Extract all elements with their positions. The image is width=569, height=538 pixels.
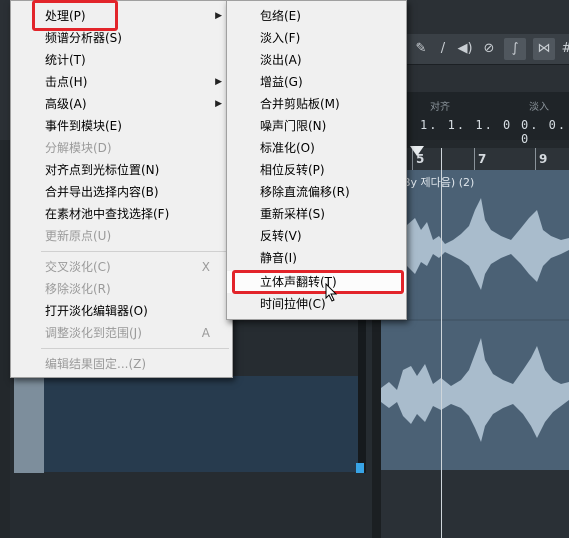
menu-item-label: 高级(A) [45, 97, 87, 111]
menu-item-label: 移除淡化(R) [45, 282, 111, 296]
menu-item-label: 重新采样(S) [260, 207, 325, 221]
menu-item-phase-reverse[interactable]: 相位反转(P) [227, 159, 406, 181]
menu-item-bounce-selection[interactable]: 合并导出选择内容(B) [11, 181, 232, 203]
submenu-arrow-icon: ▶ [215, 99, 222, 109]
menu-item-gain[interactable]: 增益(G) [227, 71, 406, 93]
menu-item-label: 增益(G) [260, 75, 303, 89]
menu-item-envelope[interactable]: 包络(E) [227, 5, 406, 27]
menu-item-normalize[interactable]: 标准化(O) [227, 137, 406, 159]
edit-menu: 处理(P) ▶ 频谱分析器(S) 统计(T) 击点(H) ▶ 高级(A) ▶ 事件到模… [10, 0, 233, 378]
toolbar: ✎ / ◀) ⊘ ∫ ⋈ # [404, 34, 569, 65]
submenu-arrow-icon: ▶ [215, 77, 222, 87]
menu-separator [41, 251, 229, 252]
submenu-arrow-icon: ▶ [215, 11, 222, 21]
menu-item-update-origin[interactable]: 更新原点(U) [11, 225, 232, 247]
snap-icon[interactable]: ∫ [504, 38, 526, 60]
mouse-cursor-icon [325, 283, 338, 302]
menu-item-label: 分解模块(D) [45, 141, 112, 155]
menu-item-label: 处理(P) [45, 9, 86, 23]
menu-item-process[interactable]: 处理(P) ▶ [11, 5, 232, 27]
menu-item-fade-out[interactable]: 淡出(A) [227, 49, 406, 71]
empty-track-lane [381, 470, 569, 538]
menu-item-advanced[interactable]: 高级(A) ▶ [11, 93, 232, 115]
menu-item-adjust-fades[interactable]: 调整淡化到范围(J) A [11, 322, 232, 344]
menu-item-label: 编辑结果固定...(Z) [45, 357, 147, 371]
menu-item-shortcut: X [201, 260, 210, 274]
menu-separator [41, 348, 229, 349]
menu-item-label: 相位反转(P) [260, 163, 325, 177]
audio-event[interactable]: By 제다음) (2) [381, 170, 569, 470]
menu-item-label: 静音(I) [260, 251, 297, 265]
menu-item-merge-clipboard[interactable]: 合并剪贴板(M) [227, 93, 406, 115]
menu-item-events-to-part[interactable]: 事件到模块(E) [11, 115, 232, 137]
menu-item-label: 反转(V) [260, 229, 302, 243]
fadein-value[interactable]: 0. 0. 0 [521, 118, 569, 146]
mute-icon[interactable]: ⊘ [478, 38, 500, 60]
menu-item-hitpoints[interactable]: 击点(H) ▶ [11, 71, 232, 93]
line-icon[interactable]: / [432, 38, 454, 60]
level-meter [356, 463, 364, 473]
quantize-icon[interactable]: ⋈ [533, 38, 555, 60]
menu-item-label: 移除直流偏移(R) [260, 185, 350, 199]
menu-item-label: 频谱分析器(S) [45, 31, 122, 45]
align-label: 对齐 [430, 102, 450, 113]
menu-item-time-stretch[interactable]: 时间拉伸(C) [227, 293, 406, 315]
menu-item-remove-fades[interactable]: 移除淡化(R) [11, 278, 232, 300]
fadein-label: 淡入 [529, 102, 549, 113]
menu-item-stereo-flip[interactable]: 立体声翻转(T) [227, 271, 406, 293]
menu-item-freeze-edits[interactable]: 编辑结果固定...(Z) [11, 353, 232, 375]
waveform [381, 198, 569, 442]
menu-item-crossfade[interactable]: 交叉淡化(C) X [11, 256, 232, 278]
menu-item-snap-to-cursor[interactable]: 对齐点到光标位置(N) [11, 159, 232, 181]
ruler-line [535, 148, 536, 170]
track-area [44, 376, 358, 472]
menu-item-label: 标准化(O) [260, 141, 315, 155]
menu-item-remove-dc-offset[interactable]: 移除直流偏移(R) [227, 181, 406, 203]
menu-item-label: 在素材池中查找选择(F) [45, 207, 170, 221]
ruler-line [474, 148, 475, 170]
ruler-tick-7: 7 [478, 152, 487, 166]
info-line: 对齐 1. 1. 1. 0 淡入 0. 0. 0 [404, 92, 569, 146]
speaker-icon[interactable]: ◀) [454, 38, 476, 60]
menu-item-shortcut: A [201, 326, 210, 340]
playhead-marker[interactable] [410, 146, 424, 156]
timeline-ruler[interactable]: 5 7 9 [404, 148, 569, 170]
menu-item-label: 更新原点(U) [45, 229, 112, 243]
menu-item-label: 淡入(F) [260, 31, 301, 45]
menu-item-resample[interactable]: 重新采样(S) [227, 203, 406, 225]
menu-item-label: 合并导出选择内容(B) [45, 185, 159, 199]
menu-item-open-fade-editor[interactable]: 打开淡化编辑器(O) [11, 300, 232, 322]
process-submenu: 包络(E) 淡入(F) 淡出(A) 增益(G) 合并剪贴板(M) 噪声门限(N)… [226, 0, 407, 320]
menu-item-find-in-pool[interactable]: 在素材池中查找选择(F) [11, 203, 232, 225]
menu-item-label: 统计(T) [45, 53, 86, 67]
menu-item-label: 交叉淡化(C) [45, 260, 111, 274]
ruler-tick-9: 9 [539, 152, 548, 166]
menu-item-label: 调整淡化到范围(J) [45, 326, 142, 340]
grid-icon[interactable]: # [556, 38, 569, 60]
menu-item-label: 打开淡化编辑器(O) [45, 304, 148, 318]
playhead-line [441, 148, 442, 538]
menu-item-dissolve-part[interactable]: 分解模块(D) [11, 137, 232, 159]
menu-item-noise-gate[interactable]: 噪声门限(N) [227, 115, 406, 137]
pencil-icon[interactable]: ✎ [410, 38, 432, 60]
menu-item-spectrum-analyzer[interactable]: 频谱分析器(S) [11, 27, 232, 49]
menu-item-statistics[interactable]: 统计(T) [11, 49, 232, 71]
menu-item-fade-in[interactable]: 淡入(F) [227, 27, 406, 49]
menu-item-label: 时间拉伸(C) [260, 297, 326, 311]
menu-item-label: 淡出(A) [260, 53, 302, 67]
menu-item-reverse[interactable]: 反转(V) [227, 225, 406, 247]
menu-item-label: 包络(E) [260, 9, 301, 23]
menu-item-label: 对齐点到光标位置(N) [45, 163, 160, 177]
menu-item-label: 事件到模块(E) [45, 119, 122, 133]
menu-item-label: 噪声门限(N) [260, 119, 327, 133]
align-value[interactable]: 1. 1. 1. 0 [420, 118, 512, 132]
menu-item-label: 击点(H) [45, 75, 88, 89]
menu-item-label: 合并剪贴板(M) [260, 97, 340, 111]
menu-item-silence[interactable]: 静音(I) [227, 247, 406, 269]
